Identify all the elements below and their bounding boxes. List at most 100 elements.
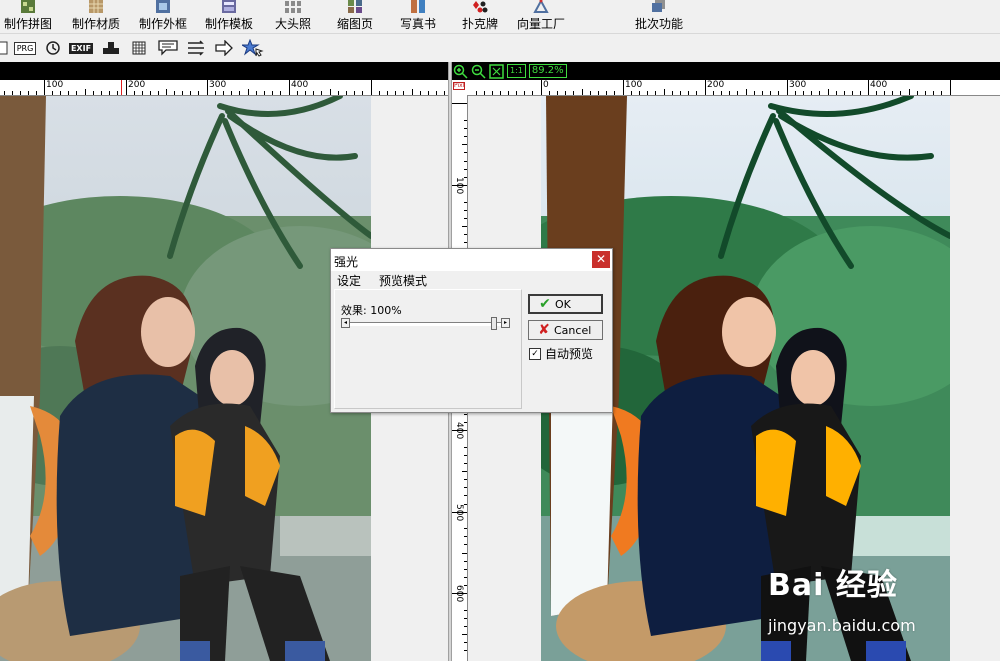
stamp-button[interactable] xyxy=(100,38,122,58)
id-photo-icon xyxy=(285,1,301,13)
ruler-tick-label: 0 xyxy=(543,80,549,90)
original-photo xyxy=(0,96,371,661)
speech-bubble-icon xyxy=(158,40,178,56)
star-shape-button[interactable] xyxy=(241,38,265,58)
menu-label: 制作材质 xyxy=(72,17,121,31)
image-box-icon[interactable] xyxy=(0,38,8,58)
ruler-tick-label: 100 xyxy=(454,177,464,195)
hard-light-dialog: 强光 ✕ 设定 预览模式 效果: 100% ◂ ▸ ✔ OK ✘ Cancel … xyxy=(330,248,613,413)
panel-header-bar: 1:1 89.2% xyxy=(452,62,1000,80)
calendar-button[interactable] xyxy=(130,38,148,58)
arrow-left-icon: ◂ xyxy=(343,319,347,326)
horizontal-ruler: 100 200 300 400 xyxy=(0,80,448,96)
slider-increase-button[interactable]: ▸ xyxy=(501,318,510,328)
fit-window-icon[interactable] xyxy=(489,63,504,79)
thumbnail-page-button[interactable]: 缩图页 xyxy=(337,0,373,32)
prg-button[interactable]: PRG xyxy=(13,38,37,58)
ruler-tick-label: 400 xyxy=(870,80,888,90)
material-button[interactable]: 制作材质 xyxy=(72,0,120,32)
main-toolbar: 制作拼图 制作材质 制作外框 制作模板 大头照 缩图页 写真书 扑克牌 向量工厂… xyxy=(0,0,1000,32)
clock-icon xyxy=(46,41,60,55)
menu-label: 批次功能 xyxy=(635,17,684,31)
menu-label: 向量工厂 xyxy=(517,17,566,31)
checkmark-icon: ✔ xyxy=(539,296,551,312)
effect-slider-thumb[interactable] xyxy=(491,317,497,330)
zoom-in-icon[interactable] xyxy=(453,64,468,79)
ruler-tick-label: 200 xyxy=(128,80,146,90)
photo-book-button[interactable]: 写真书 xyxy=(400,0,436,32)
material-icon xyxy=(89,0,103,13)
prg-icon: PRG xyxy=(13,41,37,55)
cancel-button[interactable]: ✘ Cancel xyxy=(528,320,603,340)
exif-icon: EXIF xyxy=(68,42,94,54)
poker-card-button[interactable]: 扑克牌 xyxy=(462,0,498,32)
menu-label: 制作外框 xyxy=(139,17,188,31)
ruler-tick-label: 300 xyxy=(789,80,807,90)
close-icon: ✕ xyxy=(595,252,607,266)
batch-icon xyxy=(652,0,665,12)
effect-label: 效果: 100% xyxy=(341,304,402,317)
zoom-toolbar: 1:1 89.2% xyxy=(452,63,567,79)
speech-bubble-button[interactable] xyxy=(156,38,180,58)
batch-button[interactable]: 批次功能 xyxy=(635,0,683,32)
auto-preview-toggle[interactable]: ✓ 自动预览 xyxy=(529,345,593,362)
ruler-tick-label: 100 xyxy=(625,80,643,90)
photo-book-icon xyxy=(411,0,425,13)
align-lines-button[interactable] xyxy=(185,38,207,58)
clock-button[interactable] xyxy=(43,38,63,58)
exif-button[interactable]: EXIF xyxy=(68,38,94,58)
ok-button[interactable]: ✔ OK xyxy=(528,294,603,314)
arrow-right-icon: ▸ xyxy=(503,319,507,326)
ruler-tick-label: 200 xyxy=(707,80,725,90)
tab-preview-mode[interactable]: 预览模式 xyxy=(379,272,427,288)
horizontal-ruler: 0 100 200 300 400 xyxy=(452,80,1000,96)
cross-icon: ✘ xyxy=(538,322,550,338)
thumbnail-icon xyxy=(348,0,362,13)
close-button[interactable]: ✕ xyxy=(592,251,610,268)
template-icon xyxy=(222,0,236,13)
vector-icon xyxy=(533,0,549,13)
auto-preview-checkbox[interactable]: ✓ xyxy=(529,347,541,360)
slider-decrease-button[interactable]: ◂ xyxy=(341,318,350,328)
menu-label: 扑克牌 xyxy=(462,17,499,31)
frame-button[interactable]: 制作外框 xyxy=(139,0,187,32)
arrow-button[interactable] xyxy=(213,38,235,58)
panel-header-bar xyxy=(0,62,448,80)
cancel-label: Cancel xyxy=(554,323,592,337)
id-photo-button[interactable]: 大头照 xyxy=(275,0,311,32)
ruler-unit-label: Pixl xyxy=(453,82,466,90)
menu-label: 制作模板 xyxy=(205,17,254,31)
dialog-tabs: 设定 预览模式 xyxy=(331,272,427,288)
star-shape-icon xyxy=(242,39,264,57)
arrow-right-icon xyxy=(215,40,233,56)
card-suits-icon xyxy=(473,1,488,13)
dialog-titlebar[interactable]: 强光 ✕ xyxy=(331,249,612,271)
calendar-icon xyxy=(132,41,146,55)
ok-label: OK xyxy=(555,297,571,311)
collage-button[interactable]: 制作拼图 xyxy=(4,0,52,32)
frame-icon xyxy=(156,0,170,13)
auto-preview-label: 自动预览 xyxy=(545,347,594,361)
secondary-toolbar: PRG EXIF xyxy=(0,33,1000,62)
ruler-tick-label: 500 xyxy=(454,504,464,522)
ruler-tick-label: 100 xyxy=(46,80,64,90)
ruler-tick-label: 400 xyxy=(454,422,464,440)
zoom-out-icon[interactable] xyxy=(471,64,486,79)
ruler-tick-label: 600 xyxy=(454,585,464,603)
template-button[interactable]: 制作模板 xyxy=(205,0,253,32)
menu-label: 写真书 xyxy=(400,17,437,31)
menu-label: 大头照 xyxy=(275,17,312,31)
align-lines-icon xyxy=(188,40,204,56)
ruler-tick-label: 300 xyxy=(209,80,227,90)
actual-size-button[interactable]: 1:1 xyxy=(507,64,526,78)
menu-label: 制作拼图 xyxy=(4,17,53,31)
tab-settings[interactable]: 设定 xyxy=(337,272,361,288)
menu-label: 缩图页 xyxy=(337,17,374,31)
stamp-icon xyxy=(103,42,119,54)
zoom-percent: 89.2% xyxy=(528,64,567,78)
effect-slider-track[interactable] xyxy=(345,322,506,326)
watermark-url: jingyan.baidu.com xyxy=(768,616,916,635)
collage-icon xyxy=(21,0,35,13)
vector-factory-button[interactable]: 向量工厂 xyxy=(517,0,565,32)
watermark-brand: Bai 经验 xyxy=(768,568,898,603)
